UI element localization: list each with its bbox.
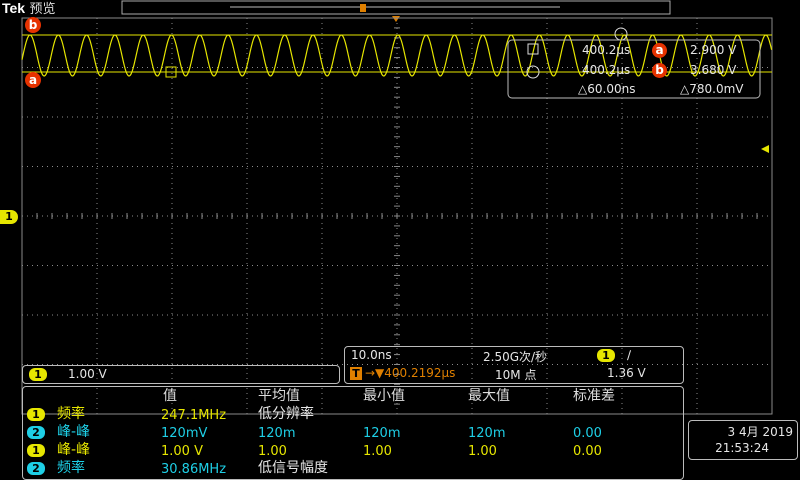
row4-mean: 低信号幅度 bbox=[258, 460, 328, 476]
row2-mean: 120m bbox=[258, 426, 296, 441]
cursor-crosshair-icon bbox=[614, 27, 628, 41]
row3-max: 1.00 bbox=[468, 444, 497, 459]
record-length: 10M 点 bbox=[495, 368, 537, 382]
row4-value: 30.86MHz bbox=[161, 462, 227, 477]
time-display: 21:53:24 bbox=[715, 441, 769, 455]
date-display: 3 4月 2019 bbox=[727, 425, 793, 439]
trigger-level-icon[interactable] bbox=[761, 145, 769, 153]
row2-std: 0.00 bbox=[573, 426, 602, 441]
ch1-badge: 1 bbox=[29, 368, 47, 381]
cursor-b-time: 400.2μs bbox=[582, 63, 631, 77]
row2-max: 120m bbox=[468, 426, 506, 441]
record-position-marker[interactable] bbox=[360, 4, 366, 12]
row3-min: 1.00 bbox=[363, 444, 392, 459]
trigger-t-icon: T bbox=[350, 367, 362, 380]
timebase-trigger-box[interactable]: 10.0ns 2.50G次/秒 1 ∕ T →▼400.2192μs 10M 点… bbox=[344, 346, 684, 384]
row2-min: 120m bbox=[363, 426, 401, 441]
row3-value: 1.00 V bbox=[161, 444, 203, 459]
row3-measure-name[interactable]: 峰-峰 bbox=[57, 442, 90, 460]
row1-value: 247.1MHz bbox=[161, 408, 227, 423]
cursor-b-marker[interactable]: b bbox=[25, 17, 41, 33]
header-value: 值 bbox=[163, 388, 177, 404]
header-min: 最小值 bbox=[363, 388, 405, 404]
cursor-a-voltage: 2.900 V bbox=[690, 43, 737, 57]
ch1-scale-box[interactable]: 1 1.00 V bbox=[22, 365, 340, 384]
header-max: 最大值 bbox=[468, 388, 510, 404]
cursor-b-voltage: 3.680 V bbox=[690, 63, 737, 77]
row3-channel-badge: 1 bbox=[27, 444, 45, 457]
trigger-source-badge: 1 bbox=[597, 349, 615, 362]
row2-value: 120mV bbox=[161, 426, 208, 441]
cursor-delta-time: △60.00ns bbox=[578, 82, 636, 96]
row1-measure-name[interactable]: 频率 bbox=[57, 406, 85, 424]
cursor-delta-voltage: △780.0mV bbox=[680, 82, 744, 96]
cursor-a-marker[interactable]: a bbox=[25, 72, 41, 88]
row2-channel-badge: 2 bbox=[27, 426, 45, 439]
measurement-panel[interactable]: 值 平均值 最小值 最大值 标准差 1 频率 247.1MHz 低分辨率 2 峰… bbox=[22, 386, 684, 480]
row1-channel-badge: 1 bbox=[27, 408, 45, 421]
ch1-ground-marker[interactable]: 1 bbox=[0, 210, 18, 224]
row1-mean: 低分辨率 bbox=[258, 406, 314, 422]
row2-measure-name[interactable]: 峰-峰 bbox=[57, 424, 90, 442]
ch1-volts-per-div: 1.00 V bbox=[68, 367, 107, 381]
row3-std: 0.00 bbox=[573, 444, 602, 459]
sample-rate: 2.50G次/秒 bbox=[483, 350, 548, 364]
header-mean: 平均值 bbox=[258, 388, 300, 404]
horizontal-scale: 10.0ns bbox=[351, 348, 392, 362]
cursor-a-time: 400.2μs bbox=[582, 43, 631, 57]
trigger-position-icon[interactable] bbox=[392, 16, 400, 22]
row3-mean: 1.00 bbox=[258, 444, 287, 459]
row4-measure-name[interactable]: 频率 bbox=[57, 460, 85, 478]
horizontal-position: →▼400.2192μs bbox=[365, 366, 456, 380]
readout-a-marker: a bbox=[652, 43, 667, 58]
datetime-box[interactable]: 3 4月 2019 21:53:24 bbox=[688, 420, 798, 460]
header-std: 标准差 bbox=[573, 388, 615, 404]
readout-b-marker: b bbox=[652, 63, 667, 78]
trigger-level: 1.36 V bbox=[607, 366, 646, 380]
row4-channel-badge: 2 bbox=[27, 462, 45, 475]
trigger-slope-icon: ∕ bbox=[627, 348, 632, 362]
